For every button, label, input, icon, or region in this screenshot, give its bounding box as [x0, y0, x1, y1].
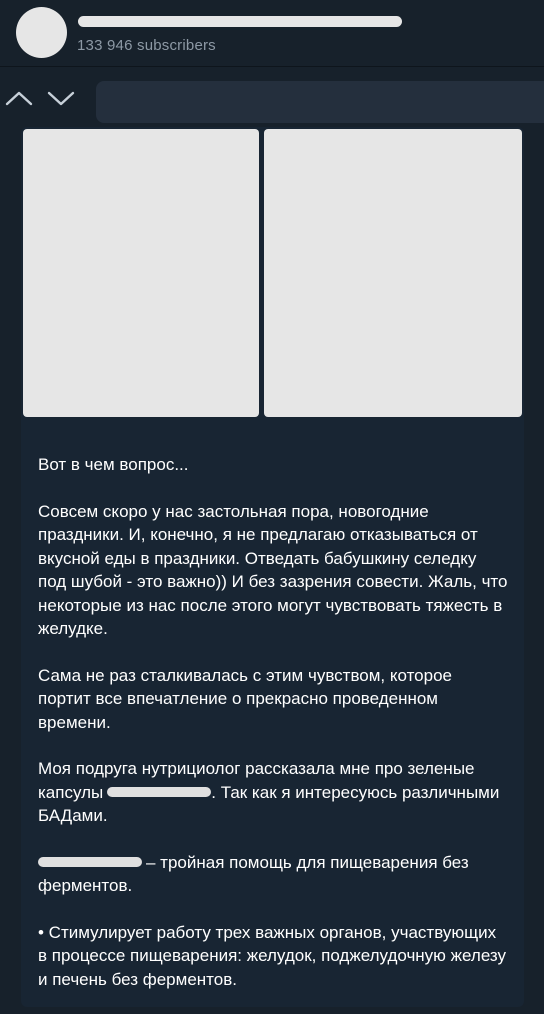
redacted-product-name	[107, 786, 212, 797]
channel-avatar[interactable]	[16, 7, 67, 58]
chevron-down-icon[interactable]	[47, 87, 75, 109]
message-paragraph-1: Совсем скоро у нас застольная пора, ново…	[38, 501, 508, 639]
message-paragraph-2: Сама не раз сталкивалась с этим чувством…	[38, 665, 452, 732]
chat-header: 133 946 subscribers	[0, 0, 544, 67]
subscriber-count: 133 946 subscribers	[77, 37, 216, 54]
post-photo-1[interactable]	[23, 129, 259, 417]
message-line-intro: Вот в чем вопрос...	[38, 455, 189, 474]
message-bullet-1: • Стимулирует работу трех важных органов…	[38, 922, 507, 989]
channel-title-redacted[interactable]	[78, 16, 402, 27]
message-paragraph-4: – тройная помощь для пищеварения без фер…	[38, 851, 508, 898]
chevron-up-icon[interactable]	[5, 87, 33, 109]
search-bar	[0, 67, 544, 129]
search-input[interactable]	[96, 81, 544, 123]
message-paragraph-3: Моя подруга нутрициолог рассказала мне п…	[38, 757, 508, 828]
message-bubble: Вот в чем вопрос... Совсем скоро у нас з…	[21, 127, 524, 1007]
message-text: Вот в чем вопрос... Совсем скоро у нас з…	[38, 453, 508, 1014]
redacted-product-name	[38, 856, 142, 867]
post-photo-2[interactable]	[264, 129, 522, 417]
